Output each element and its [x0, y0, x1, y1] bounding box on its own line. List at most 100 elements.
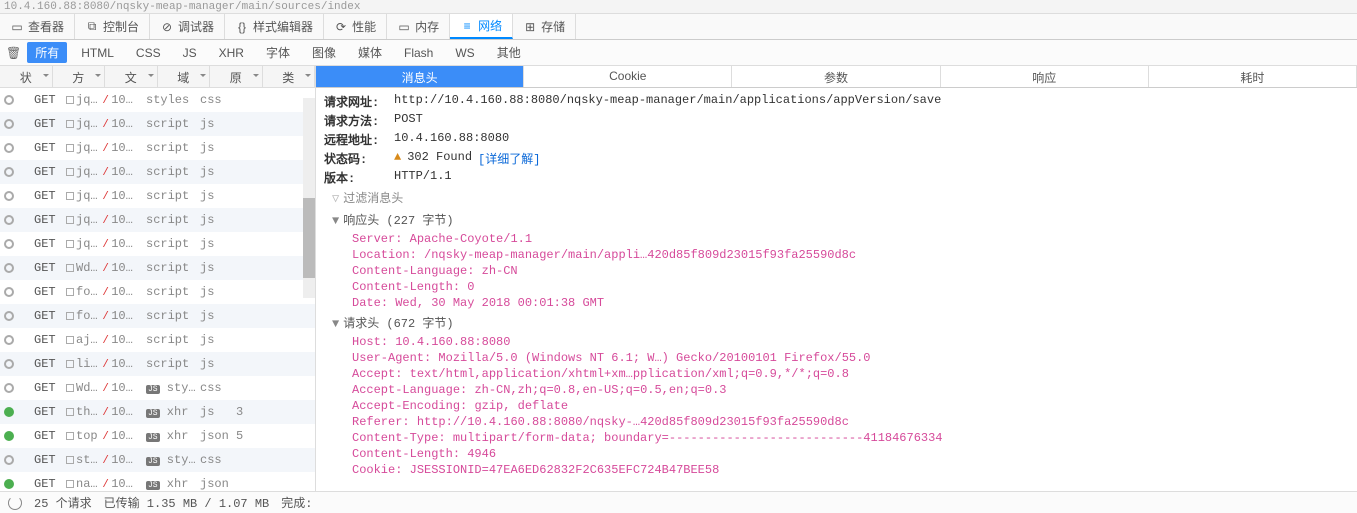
status-dot-icon: [4, 191, 14, 201]
filter-flash[interactable]: Flash: [396, 44, 441, 62]
request-row[interactable]: GETth…⁄10…JS xhrjs3: [0, 400, 315, 424]
row-file: th…: [66, 405, 100, 419]
filter-xhr[interactable]: XHR: [211, 44, 252, 62]
tab-inspector[interactable]: ▭查看器: [0, 14, 75, 39]
row-type: js: [200, 237, 234, 251]
scrollbar[interactable]: [303, 98, 315, 298]
reload-icon[interactable]: [8, 496, 22, 510]
row-cause: script: [146, 237, 198, 251]
row-method: GET: [34, 309, 64, 323]
js-badge-icon: JS: [146, 457, 160, 466]
request-row[interactable]: GETjq…⁄10…scriptjs: [0, 112, 315, 136]
request-row[interactable]: GETna…⁄10…JS xhrjson: [0, 472, 315, 491]
tab-memory[interactable]: ▭内存: [387, 14, 450, 39]
header-name: User-Agent: [352, 351, 424, 365]
col-status[interactable]: 状: [0, 66, 53, 87]
filter-css[interactable]: CSS: [128, 44, 169, 62]
devtools-tabs: ▭查看器 ⧉控制台 ⊘调试器 {}样式编辑器 ⟳性能 ▭内存 ≡网络 ⊞存储: [0, 14, 1357, 40]
col-cause[interactable]: 原: [210, 66, 263, 87]
debugger-icon: ⊘: [160, 20, 174, 34]
response-headers-section[interactable]: ▼响应头 (227 字节): [324, 208, 1349, 231]
request-list-panel: 状 方 文 域 原 类 GETjq…⁄10…stylescssGETjq…⁄10…: [0, 66, 316, 491]
detail-tab-timing[interactable]: 耗时: [1149, 66, 1357, 87]
status-dot-icon: [4, 479, 14, 489]
request-list-columns: 状 方 文 域 原 类: [0, 66, 315, 88]
request-row[interactable]: GETjq…⁄10…scriptjs: [0, 184, 315, 208]
filter-media[interactable]: 媒体: [350, 42, 390, 63]
header-name: Content-Language: [352, 264, 467, 278]
tab-label: 控制台: [103, 18, 139, 35]
header-name: Content-Length: [352, 447, 453, 461]
request-row[interactable]: GETli…⁄10…scriptjs: [0, 352, 315, 376]
row-method: GET: [34, 405, 64, 419]
detail-tab-response[interactable]: 响应: [941, 66, 1149, 87]
row-domain: ⁄10…: [102, 189, 144, 203]
header-value: Wed, 30 May 2018 00:01:38 GMT: [395, 296, 604, 310]
row-cause: styles: [146, 93, 198, 107]
filter-headers-input[interactable]: ▽过滤消息头: [324, 187, 1349, 208]
insecure-icon: ⁄: [102, 429, 109, 443]
row-file: aj…: [66, 333, 100, 347]
detail-tab-params[interactable]: 参数: [732, 66, 940, 87]
filter-other[interactable]: 其他: [489, 42, 529, 63]
filter-html[interactable]: HTML: [73, 44, 122, 62]
tab-storage[interactable]: ⊞存储: [513, 14, 576, 39]
status-transfer: 已传输 1.35 MB / 1.07 MB: [104, 494, 270, 511]
tab-debugger[interactable]: ⊘调试器: [150, 14, 225, 39]
row-type: js: [200, 261, 234, 275]
request-row[interactable]: GETjq…⁄10…scriptjs: [0, 136, 315, 160]
header-value: Apache-Coyote/1.1: [410, 232, 532, 246]
status-dot-icon: [4, 455, 14, 465]
status-dot-icon: [4, 287, 14, 297]
col-domain[interactable]: 域: [158, 66, 211, 87]
detail-tab-cookie[interactable]: Cookie: [524, 66, 732, 87]
col-method[interactable]: 方: [53, 66, 106, 87]
filter-images[interactable]: 图像: [304, 42, 344, 63]
tab-network[interactable]: ≡网络: [450, 14, 513, 39]
tab-performance[interactable]: ⟳性能: [324, 14, 387, 39]
request-row[interactable]: GETfo…⁄10…scriptjs: [0, 280, 315, 304]
header-line: Content-Length: 4946: [324, 446, 1349, 462]
row-extra: 3: [236, 405, 256, 419]
request-row[interactable]: GETaj…⁄10…scriptjs: [0, 328, 315, 352]
row-file: na…: [66, 477, 100, 491]
request-row[interactable]: GETjq…⁄10…scriptjs: [0, 208, 315, 232]
filter-all[interactable]: 所有: [27, 42, 67, 63]
col-file[interactable]: 文: [105, 66, 158, 87]
row-method: GET: [34, 141, 64, 155]
row-domain: ⁄10…: [102, 429, 144, 443]
row-domain: ⁄10…: [102, 93, 144, 107]
request-row[interactable]: GETjq…⁄10…scriptjs: [0, 160, 315, 184]
request-row[interactable]: GETWd…⁄10…JS sty…css: [0, 376, 315, 400]
row-type: js: [200, 405, 234, 419]
request-row[interactable]: GETtop⁄10…JS xhrjson5: [0, 424, 315, 448]
request-row[interactable]: GETfo…⁄10…scriptjs: [0, 304, 315, 328]
header-value: zh-CN: [482, 264, 518, 278]
header-line: Server: Apache-Coyote/1.1: [324, 231, 1349, 247]
request-row[interactable]: GETjq…⁄10…scriptjs: [0, 232, 315, 256]
request-headers-section[interactable]: ▼请求头 (672 字节): [324, 311, 1349, 334]
learn-more-link[interactable]: [详细了解]: [478, 150, 540, 167]
detail-tab-headers[interactable]: 消息头: [316, 66, 524, 87]
request-row[interactable]: GETjq…⁄10…stylescss: [0, 88, 315, 112]
row-domain: ⁄10…: [102, 213, 144, 227]
request-row[interactable]: GETWd…⁄10…scriptjs: [0, 256, 315, 280]
row-method: GET: [34, 261, 64, 275]
insecure-icon: ⁄: [102, 93, 109, 107]
header-line: User-Agent: Mozilla/5.0 (Windows NT 6.1;…: [324, 350, 1349, 366]
row-method: GET: [34, 477, 64, 491]
col-type[interactable]: 类: [263, 66, 316, 87]
tab-label: 查看器: [28, 18, 64, 35]
header-line: Location: /nqsky-meap-manager/main/appli…: [324, 247, 1349, 263]
row-type: css: [200, 381, 234, 395]
tab-console[interactable]: ⧉控制台: [75, 14, 150, 39]
filter-fonts[interactable]: 字体: [258, 42, 298, 63]
header-name: Content-Type: [352, 431, 438, 445]
filter-js[interactable]: JS: [175, 44, 205, 62]
request-row[interactable]: GETst…⁄10…JS sty…css: [0, 448, 315, 472]
clear-icon[interactable]: 🗑: [6, 46, 21, 60]
header-value: zh-CN,zh;q=0.8,en-US;q=0.5,en;q=0.3: [474, 383, 726, 397]
tab-style-editor[interactable]: {}样式编辑器: [225, 14, 324, 39]
scrollbar-thumb[interactable]: [303, 198, 315, 278]
filter-ws[interactable]: WS: [447, 44, 482, 62]
